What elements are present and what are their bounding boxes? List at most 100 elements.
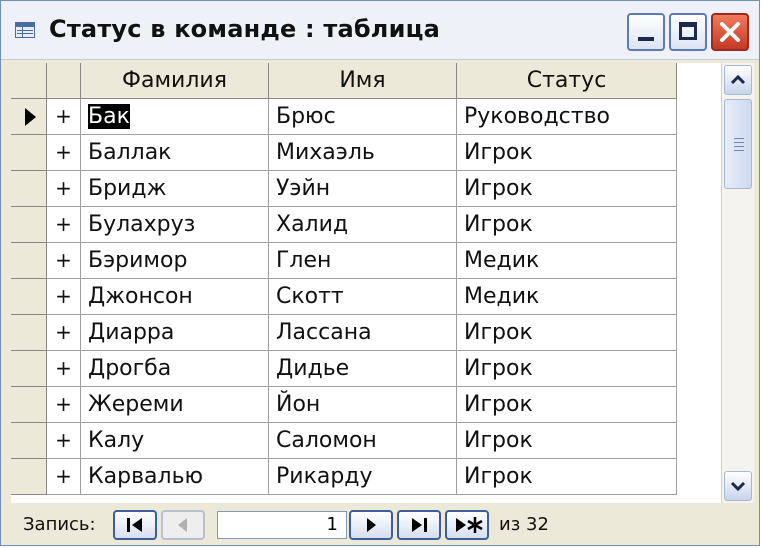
table-row[interactable]: + Бак Брюс Руководство	[11, 99, 721, 135]
row-selector[interactable]	[11, 279, 47, 315]
new-record-button[interactable]	[445, 510, 489, 540]
minimize-button[interactable]	[627, 13, 665, 51]
cell-first-name[interactable]: Саломон	[269, 423, 457, 459]
next-record-icon	[367, 518, 376, 532]
table-row[interactable]: + Булахруз Халид Игрок	[11, 207, 721, 243]
table-row[interactable]: + Джонсон Скотт Медик	[11, 279, 721, 315]
row-selector[interactable]	[11, 135, 47, 171]
first-record-button[interactable]	[113, 510, 157, 540]
cell-last-name[interactable]: Карвалью	[81, 459, 269, 495]
cell-first-name[interactable]: Михаэль	[269, 135, 457, 171]
next-record-button[interactable]	[349, 510, 393, 540]
first-record-icon	[127, 518, 142, 532]
expand-subdatasheet-button[interactable]: +	[47, 315, 81, 351]
vertical-scrollbar[interactable]	[721, 63, 754, 503]
cell-last-name[interactable]: Калу	[81, 423, 269, 459]
cell-first-name[interactable]: Рикарду	[269, 459, 457, 495]
record-label: Запись:	[23, 514, 96, 535]
cell-first-name[interactable]: Лассана	[269, 315, 457, 351]
cell-status[interactable]: Медик	[457, 243, 677, 279]
close-icon	[720, 22, 740, 42]
row-selector[interactable]	[11, 423, 47, 459]
cell-first-name[interactable]: Уэйн	[269, 171, 457, 207]
table-row[interactable]: + Диарра Лассана Игрок	[11, 315, 721, 351]
row-selector[interactable]	[11, 99, 47, 135]
cell-status[interactable]: Игрок	[457, 135, 677, 171]
cell-last-name[interactable]: Джонсон	[81, 279, 269, 315]
table-row[interactable]: + Баллак Михаэль Игрок	[11, 135, 721, 171]
table-icon	[15, 22, 35, 38]
expand-subdatasheet-button[interactable]: +	[47, 243, 81, 279]
last-record-icon	[412, 518, 427, 532]
row-selector[interactable]	[11, 387, 47, 423]
cell-status[interactable]: Игрок	[457, 423, 677, 459]
cell-status[interactable]: Руководство	[457, 99, 677, 135]
maximize-button[interactable]	[669, 13, 707, 51]
datasheet-grid: Фамилия Имя Статус + Бак Брюс Руководство + Б…	[11, 63, 721, 503]
cell-first-name[interactable]: Скотт	[269, 279, 457, 315]
minimize-icon	[638, 37, 654, 41]
select-all-corner[interactable]	[11, 63, 47, 99]
expand-subdatasheet-button[interactable]: +	[47, 171, 81, 207]
current-record-field[interactable]: 1	[217, 511, 347, 539]
table-row[interactable]: + Бридж Уэйн Игрок	[11, 171, 721, 207]
last-record-button[interactable]	[397, 510, 441, 540]
cell-last-name[interactable]: Бридж	[81, 171, 269, 207]
close-button[interactable]	[711, 13, 749, 51]
maximize-icon	[679, 22, 697, 40]
table-row[interactable]: + Калу Саломон Игрок	[11, 423, 721, 459]
cell-last-name[interactable]: Бэримор	[81, 243, 269, 279]
expand-subdatasheet-button[interactable]: +	[47, 207, 81, 243]
cell-status[interactable]: Игрок	[457, 207, 677, 243]
cell-status[interactable]: Медик	[457, 279, 677, 315]
expand-subdatasheet-button[interactable]: +	[47, 459, 81, 495]
cell-last-name[interactable]: Бак	[81, 99, 269, 135]
cell-first-name[interactable]: Дидье	[269, 351, 457, 387]
row-selector[interactable]	[11, 315, 47, 351]
table-row[interactable]: + Карвалью Рикарду Игрок	[11, 459, 721, 495]
column-header-first-name[interactable]: Имя	[269, 63, 457, 99]
cell-status[interactable]: Игрок	[457, 315, 677, 351]
record-navigation-bar: Запись: 1 из 32	[11, 505, 753, 545]
cell-last-name[interactable]: Баллак	[81, 135, 269, 171]
cell-first-name[interactable]: Халид	[269, 207, 457, 243]
expand-subdatasheet-button[interactable]: +	[47, 279, 81, 315]
cell-last-name[interactable]: Диарра	[81, 315, 269, 351]
cell-last-name[interactable]: Жереми	[81, 387, 269, 423]
cell-last-name[interactable]: Дрогба	[81, 351, 269, 387]
scroll-down-button[interactable]	[724, 471, 752, 501]
row-selector[interactable]	[11, 351, 47, 387]
cell-last-name[interactable]: Булахруз	[81, 207, 269, 243]
expand-subdatasheet-button[interactable]: +	[47, 423, 81, 459]
cell-first-name[interactable]: Йон	[269, 387, 457, 423]
scroll-up-button[interactable]	[724, 65, 752, 95]
expand-column-header	[47, 63, 81, 99]
title-bar[interactable]: Статус в команде : таблица	[1, 1, 759, 60]
cell-status[interactable]: Игрок	[457, 171, 677, 207]
cell-status[interactable]: Игрок	[457, 459, 677, 495]
row-selector[interactable]	[11, 207, 47, 243]
table-row[interactable]: + Бэримор Глен Медик	[11, 243, 721, 279]
cell-status[interactable]: Игрок	[457, 387, 677, 423]
column-header-last-name[interactable]: Фамилия	[81, 63, 269, 99]
expand-subdatasheet-button[interactable]: +	[47, 351, 81, 387]
column-header-status[interactable]: Статус	[457, 63, 677, 99]
row-selector[interactable]	[11, 171, 47, 207]
cell-first-name[interactable]: Брюс	[269, 99, 457, 135]
table-row[interactable]: + Дрогба Дидье Игрок	[11, 351, 721, 387]
row-selector[interactable]	[11, 243, 47, 279]
expand-subdatasheet-button[interactable]: +	[47, 99, 81, 135]
previous-record-icon	[178, 518, 187, 532]
expand-subdatasheet-button[interactable]: +	[47, 387, 81, 423]
cell-first-name[interactable]: Глен	[269, 243, 457, 279]
previous-record-button[interactable]	[161, 510, 205, 540]
expand-subdatasheet-button[interactable]: +	[47, 135, 81, 171]
chevron-up-icon	[730, 74, 746, 85]
table-row[interactable]: + Жереми Йон Игрок	[11, 387, 721, 423]
row-selector[interactable]	[11, 459, 47, 495]
current-record-arrow-icon	[25, 108, 36, 126]
cell-status[interactable]: Игрок	[457, 351, 677, 387]
scroll-thumb[interactable]	[724, 99, 752, 189]
chevron-down-icon	[730, 481, 746, 492]
selected-text: Бак	[88, 104, 130, 129]
